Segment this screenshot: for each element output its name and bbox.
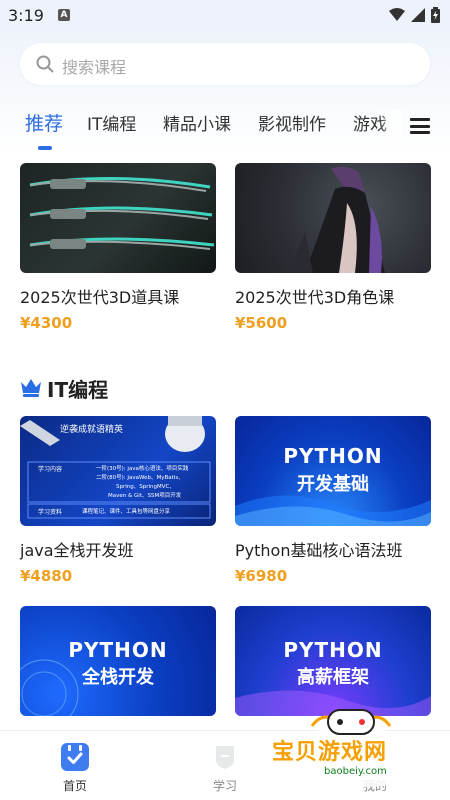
- search-input[interactable]: 搜索课程: [20, 43, 430, 85]
- tab-fade: [378, 110, 402, 140]
- status-time: 3:19: [8, 6, 44, 25]
- course-price: ¥4880: [20, 567, 73, 585]
- thumb-subheading: 开发基础: [297, 474, 369, 495]
- thumb-heading: PYTHON: [283, 638, 383, 662]
- thumb-text: 学习内容: [38, 466, 63, 473]
- active-tab-indicator: [38, 146, 52, 150]
- course-card-python-frameworks[interactable]: PYTHON 高薪框架: [235, 606, 431, 716]
- signal-icon: [389, 8, 405, 21]
- nav-item-learn[interactable]: 学习: [185, 731, 265, 800]
- status-bar: 3:19 A: [0, 0, 450, 30]
- thumb-text: Maven & Git、SSM项目开发: [108, 493, 182, 499]
- course-price: ¥5600: [235, 314, 288, 332]
- watermark-text: 宝贝游戏网: [272, 740, 388, 765]
- section-title: IT编程: [47, 378, 109, 402]
- crown-icon: [21, 379, 41, 397]
- nav-label: 学习: [212, 779, 237, 793]
- home-calendar-icon: [61, 743, 89, 771]
- tab-premium-courses[interactable]: 精品小课: [163, 110, 231, 135]
- thumb-subheading: 高薪框架: [297, 667, 369, 688]
- menu-icon[interactable]: [410, 118, 430, 134]
- thumb-text: Spring、SpringMVC、: [116, 484, 175, 490]
- course-card-python-fullstack[interactable]: PYTHON 全栈开发: [20, 606, 216, 716]
- course-title: 2025次世代3D道具课: [20, 288, 180, 307]
- thumb-text: 学习资料: [38, 509, 63, 516]
- course-card-java[interactable]: 逆袭成就语精英 学习内容 一阶(30号): java核心语法、项目实践 二阶(8…: [20, 416, 216, 585]
- course-card-python-basics[interactable]: PYTHON 开发基础 Python基础核心语法班 ¥6980: [235, 416, 431, 585]
- course-thumbnail-python-frameworks: PYTHON 高薪框架: [235, 606, 431, 716]
- thumb-text: 二阶(80号): JavaWeb、MyBatis、: [96, 475, 184, 481]
- search-icon: [36, 55, 54, 73]
- course-title: 2025次世代3D角色课: [235, 288, 395, 307]
- site-watermark: 宝贝游戏网 baobeiy.com: [262, 702, 442, 792]
- course-thumbnail-python-basics: PYTHON 开发基础: [235, 416, 431, 526]
- course-card-3d-character[interactable]: 2025次世代3D角色课 ¥5600: [235, 163, 431, 332]
- character-artwork: [293, 166, 385, 273]
- course-title: Python基础核心语法班: [235, 541, 403, 560]
- course-thumbnail-3d-props: [20, 163, 216, 273]
- blade-artwork: [29, 177, 215, 250]
- thumb-heading: PYTHON: [283, 444, 383, 468]
- course-price: ¥6980: [235, 567, 288, 585]
- course-title: java全栈开发班: [20, 541, 134, 560]
- battery-icon: [431, 7, 440, 23]
- course-thumbnail-python-fullstack: PYTHON 全栈开发: [20, 606, 216, 716]
- nav-label: 首页: [62, 779, 87, 793]
- category-tabs: 推荐 IT编程 精品小课 影视制作 游戏: [0, 110, 450, 154]
- thumb-heading: PYTHON: [68, 638, 168, 662]
- tab-film-production[interactable]: 影视制作: [258, 110, 326, 135]
- thumb-text: 课程笔记、课件、工具包等网盘分享: [82, 509, 171, 515]
- thumb-text: 逆袭成就语精英: [60, 425, 124, 435]
- nav-item-home[interactable]: 首页: [35, 731, 115, 800]
- thumb-text: 一阶(30号): java核心语法、项目实践: [96, 466, 189, 472]
- notification-icon: A: [58, 9, 70, 21]
- course-thumbnail-3d-character: [235, 163, 431, 273]
- course-thumbnail-java: 逆袭成就语精英 学习内容 一阶(30号): java核心语法、项目实践 二阶(8…: [20, 416, 216, 526]
- search-placeholder: 搜索课程: [62, 58, 127, 77]
- tab-recommend[interactable]: 推荐: [25, 109, 63, 136]
- learn-shield-icon: [211, 743, 239, 771]
- course-card-3d-props[interactable]: 2025次世代3D道具课 ¥4300: [20, 163, 216, 332]
- cellular-icon: [411, 8, 425, 22]
- thumb-subheading: 全栈开发: [82, 667, 154, 688]
- tab-it-programming[interactable]: IT编程: [87, 110, 136, 135]
- course-price: ¥4300: [20, 314, 73, 332]
- status-icons: [389, 7, 440, 23]
- watermark-url: baobeiy.com: [324, 766, 387, 777]
